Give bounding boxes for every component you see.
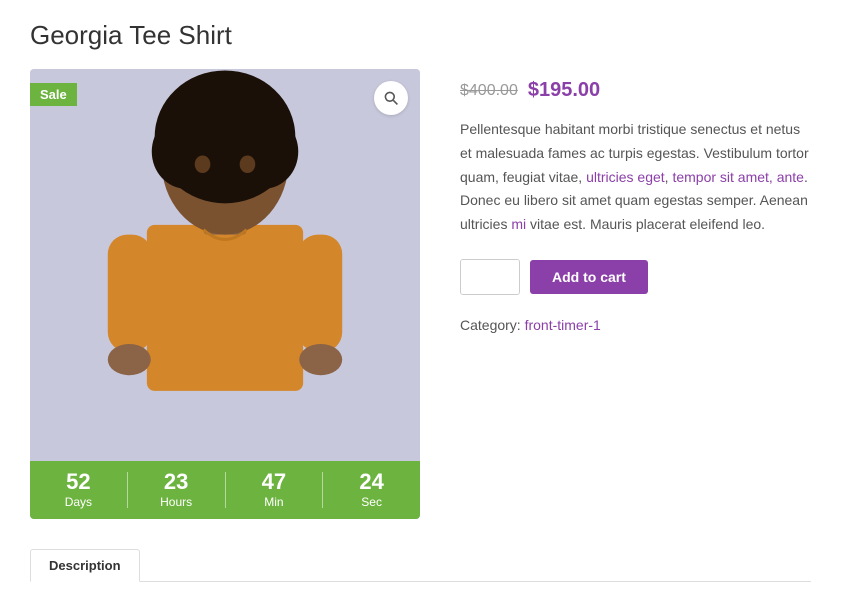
countdown-days: 52 Days (30, 471, 127, 509)
quantity-input[interactable] (461, 260, 520, 294)
product-person-image (85, 69, 365, 469)
category-row: Category: front-timer-1 (460, 317, 811, 333)
countdown-sec: 24 Sec (323, 471, 420, 509)
page-title: Georgia Tee Shirt (30, 20, 811, 51)
category-value[interactable]: front-timer-1 (525, 317, 601, 333)
sale-price: $195.00 (528, 79, 600, 102)
price-row: $400.00 $195.00 (460, 79, 811, 102)
desc-link-mi[interactable]: mi (511, 216, 526, 232)
category-label: Category: (460, 317, 521, 333)
search-icon (383, 90, 399, 106)
sale-badge: Sale (30, 83, 77, 106)
add-to-cart-button[interactable]: Add to cart (530, 260, 648, 294)
add-to-cart-row: ▲ ▼ Add to cart (460, 259, 811, 295)
product-info: $400.00 $195.00 Pellentesque habitant mo… (460, 69, 811, 333)
desc-link-ultricies[interactable]: ultricies eget (586, 169, 665, 185)
desc-link-tempor[interactable]: tempor sit amet, ante (672, 169, 804, 185)
original-price: $400.00 (460, 82, 518, 100)
tab-description[interactable]: Description (30, 549, 140, 582)
quantity-wrapper: ▲ ▼ (460, 259, 520, 295)
countdown-hours: 23 Hours (128, 471, 225, 509)
product-image-area: Sale (30, 69, 420, 519)
product-description: Pellentesque habitant morbi tristique se… (460, 118, 811, 237)
product-image-wrapper: Sale (30, 69, 420, 519)
countdown-bar: 52 Days 23 Hours 47 Min 24 Sec (30, 461, 420, 519)
zoom-button[interactable] (374, 81, 408, 115)
tabs-row: Description (30, 549, 811, 582)
product-layout: Sale (30, 69, 811, 519)
countdown-min: 47 Min (226, 471, 323, 509)
